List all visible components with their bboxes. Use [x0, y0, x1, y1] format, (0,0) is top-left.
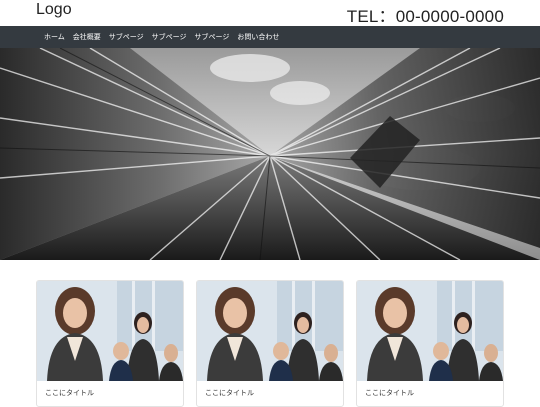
- card-title: ここにタイトル: [45, 389, 94, 397]
- nav-item-subpage-2[interactable]: サブページ: [152, 32, 187, 42]
- skyscraper-photo: [0, 48, 540, 260]
- nav-item-subpage-1[interactable]: サブページ: [109, 32, 144, 42]
- nav-item-home[interactable]: ホーム: [44, 32, 65, 42]
- business-team-photo: [37, 281, 183, 381]
- nav-item-company[interactable]: 会社概要: [73, 32, 101, 42]
- nav-item-contact[interactable]: お問い合わせ: [237, 32, 279, 42]
- card-title: ここにタイトル: [205, 389, 254, 397]
- phone-number: TEL：00-0000-0000: [346, 7, 504, 26]
- business-team-photo: [357, 281, 503, 381]
- card-image: [37, 281, 183, 381]
- hero-image: [0, 48, 540, 260]
- main-nav: ホーム 会社概要 サブページ サブページ サブページ お問い合わせ: [0, 26, 540, 48]
- business-team-photo: [197, 281, 343, 381]
- card-3[interactable]: ここにタイトル: [356, 280, 504, 407]
- site-logo[interactable]: Logo: [36, 1, 72, 19]
- card-2[interactable]: ここにタイトル: [196, 280, 344, 407]
- site-header: Logo TEL：00-0000-0000: [0, 0, 540, 26]
- card-image: [197, 281, 343, 381]
- card-image: [357, 281, 503, 381]
- nav-item-subpage-3[interactable]: サブページ: [195, 32, 230, 42]
- card-1[interactable]: ここにタイトル: [36, 280, 184, 407]
- card-title: ここにタイトル: [365, 389, 414, 397]
